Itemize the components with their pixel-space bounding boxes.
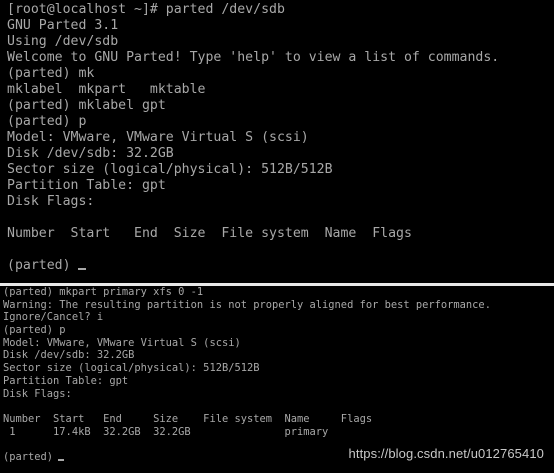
terminal-line: (parted) p: [7, 114, 87, 129]
terminal-prompt: (parted): [7, 258, 71, 273]
terminal-line: Warning: The resulting partition is not …: [3, 298, 491, 311]
terminal-prompt: (parted): [3, 450, 54, 463]
terminal-line: (parted) mklabel gpt: [7, 98, 166, 113]
terminal-line: Partition Table: gpt: [3, 374, 129, 387]
terminal-line: Welcome to GNU Parted! Type 'help' to vi…: [7, 50, 500, 65]
terminal-line: Number Start End Size File system Name F…: [3, 412, 373, 425]
terminal-prompt-line[interactable]: (parted): [7, 258, 554, 274]
terminal-line: Sector size (logical/physical): 512B/512…: [7, 162, 333, 177]
terminal-line: Sector size (logical/physical): 512B/512…: [3, 362, 260, 375]
terminal-line: Disk Flags:: [3, 387, 72, 400]
terminal-line: mklabel mkpart mktable: [7, 82, 206, 97]
terminal-line: (parted) p: [3, 324, 66, 337]
terminal-cursor: [77, 268, 86, 270]
terminal-line: GNU Parted 3.1: [7, 18, 119, 33]
terminal-line: Model: VMware, VMware Virtual S (scsi): [3, 336, 241, 349]
terminal-line: Disk /dev/sdb: 32.2GB: [3, 349, 135, 362]
terminal-bottom[interactable]: (parted) mkpart primary xfs 0 -1 Warning…: [0, 286, 554, 473]
watermark: https://blog.csdn.net/u012765410: [348, 446, 544, 461]
terminal-cursor: [58, 458, 65, 461]
terminal-line: Partition Table: gpt: [7, 178, 166, 193]
terminal-line: Disk Flags:: [7, 194, 95, 209]
terminal-line: [root@localhost ~]# parted /dev/sdb: [7, 2, 285, 17]
terminal-line: (parted) mkpart primary xfs 0 -1: [3, 286, 204, 298]
terminal-line: Ignore/Cancel? i: [3, 311, 104, 324]
terminal-line: Disk /dev/sdb: 32.2GB: [7, 146, 174, 161]
terminal-top[interactable]: [root@localhost ~]# parted /dev/sdb GNU …: [0, 0, 554, 283]
terminal-line: Number Start End Size File system Name F…: [7, 226, 412, 241]
terminal-line: 1 17.4kB 32.2GB 32.2GB primary: [3, 425, 329, 438]
terminal-line: Using /dev/sdb: [7, 34, 119, 49]
terminal-line: (parted) mk: [7, 66, 95, 81]
terminal-line: Model: VMware, VMware Virtual S (scsi): [7, 130, 309, 145]
